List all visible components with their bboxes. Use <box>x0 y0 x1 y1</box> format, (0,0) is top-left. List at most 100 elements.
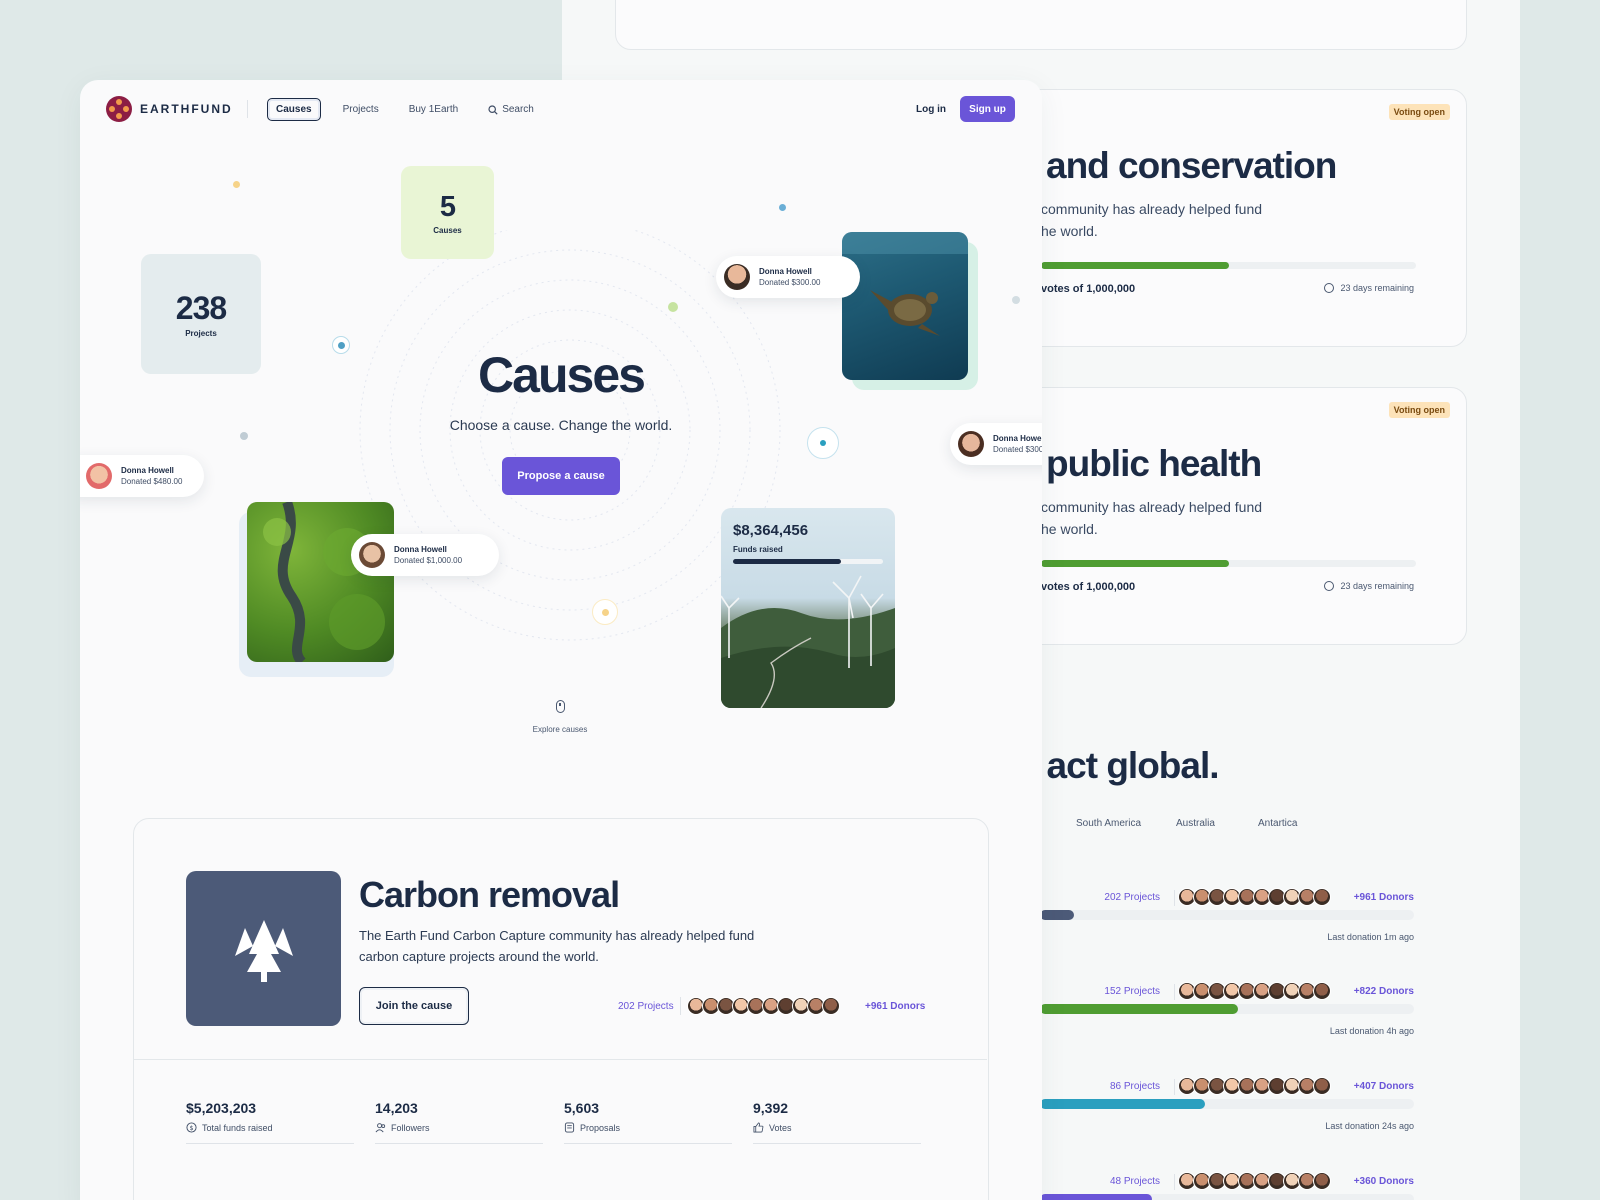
brand-logo[interactable]: EARTHFUND <box>106 96 233 122</box>
voting-badge: Voting open <box>1388 104 1450 120</box>
users-icon <box>375 1123 386 1133</box>
donor-avatar <box>1313 1172 1331 1190</box>
nav-link-buy-1earth[interactable]: Buy 1Earth <box>401 99 466 120</box>
donor-avatar <box>359 542 385 568</box>
navbar: EARTHFUND Causes Projects Buy 1Earth Sea… <box>80 80 1042 138</box>
donor-avatar <box>958 431 984 457</box>
mangrove-river-image <box>247 502 394 662</box>
region-row[interactable]: 152 Projects +822 Donors Last donation 4… <box>1040 982 1414 1056</box>
tab-south-america[interactable]: South America <box>1076 818 1176 829</box>
stat-total-funds: $5,203,203 $ Total funds raised <box>186 1100 354 1144</box>
vote-card-title: and conservation <box>1046 145 1337 186</box>
donor-pill[interactable]: Donna HowellDonated $300.00 <box>716 256 860 298</box>
vote-card-title: public health <box>1046 443 1262 484</box>
region-progress-bar <box>1040 910 1414 920</box>
nav-links: Causes Projects Buy 1Earth Search <box>267 98 556 121</box>
nav-divider <box>247 100 248 118</box>
donors-count[interactable]: +360 Donors <box>1354 1176 1414 1187</box>
divider <box>1174 984 1175 1000</box>
decor-dot <box>668 302 678 312</box>
last-donation: Last donation 1m ago <box>1327 932 1414 942</box>
svg-text:$: $ <box>189 1124 193 1132</box>
region-progress-fill <box>1040 1194 1153 1200</box>
projects-count[interactable]: 202 Projects <box>1104 892 1160 903</box>
donor-avatars <box>1178 1077 1331 1095</box>
donor-avatars <box>1178 888 1331 906</box>
vote-card-description: community has already helped fund he wor… <box>1041 201 1263 239</box>
time-remaining: 23 days remaining <box>1324 283 1414 293</box>
vote-progress-bar <box>1041 560 1416 567</box>
dollar-icon: $ <box>186 1122 197 1133</box>
divider <box>680 997 681 1015</box>
donors-count[interactable]: +961 Donors <box>865 1001 925 1012</box>
donor-avatar <box>1313 982 1331 1000</box>
tab-antartica[interactable]: Antartica <box>1258 818 1297 829</box>
funds-label: Funds raised <box>733 545 783 554</box>
nav-link-projects[interactable]: Projects <box>335 99 387 120</box>
main-card: EARTHFUND Causes Projects Buy 1Earth Sea… <box>80 80 1042 1200</box>
region-row[interactable]: 202 Projects +961 Donors Last donation 1… <box>1040 888 1414 962</box>
causes-stat-tile: 5 Causes <box>401 166 494 259</box>
projects-count[interactable]: 48 Projects <box>1110 1176 1160 1187</box>
region-tabs: South America Australia Antartica <box>1076 818 1297 829</box>
donor-avatar <box>1313 1077 1331 1095</box>
region-progress-fill <box>1040 910 1074 920</box>
region-row[interactable]: 48 Projects +360 Donors <box>1040 1172 1414 1200</box>
signup-button[interactable]: Sign up <box>960 96 1015 122</box>
donor-avatars <box>1178 982 1331 1000</box>
stat-followers: 14,203 Followers <box>375 1100 543 1144</box>
donor-pill[interactable]: Donna HowellDonated $300.00 <box>950 423 1042 465</box>
divider <box>1174 1174 1175 1190</box>
funds-progress-bar <box>733 559 883 564</box>
propose-cause-button[interactable]: Propose a cause <box>502 457 620 495</box>
donor-pill[interactable]: Donna Howell Donated $1,000.00 <box>351 534 499 576</box>
cause-title: Carbon removal <box>359 874 620 915</box>
donors-count[interactable]: +961 Donors <box>1354 892 1414 903</box>
region-row[interactable]: 86 Projects +407 Donors Last donation 24… <box>1040 1077 1414 1151</box>
decor-dot <box>233 181 240 188</box>
last-donation: Last donation 4h ago <box>1329 1026 1414 1036</box>
region-progress-bar <box>1040 1004 1414 1014</box>
brand-name: EARTHFUND <box>140 102 233 116</box>
funds-amount: $8,364,456 <box>733 522 809 539</box>
donors-count[interactable]: +407 Donors <box>1354 1081 1414 1092</box>
section-title: . act global. <box>1028 745 1220 786</box>
join-cause-button[interactable]: Join the cause <box>359 987 469 1025</box>
projects-count[interactable]: 202 Projects <box>618 1001 674 1012</box>
cause-description: The Earth Fund Carbon Capture community … <box>359 928 755 964</box>
cause-card: Carbon removal The Earth Fund Carbon Cap… <box>133 818 989 1200</box>
stat-votes: 9,392 Votes <box>753 1100 921 1144</box>
decor-dot <box>779 204 786 211</box>
donors-count[interactable]: +822 Donors <box>1354 986 1414 997</box>
decor-dot <box>240 432 248 440</box>
donor-avatars <box>1178 1172 1331 1190</box>
funds-progress-fill <box>733 559 841 564</box>
tab-australia[interactable]: Australia <box>1176 818 1258 829</box>
sea-turtle-image <box>842 232 968 380</box>
donor-pill[interactable]: Donna Howell Donated $480.00 <box>80 455 204 497</box>
divider <box>1174 1079 1175 1095</box>
vote-card-description: community has already helped fund he wor… <box>1041 499 1263 537</box>
clock-icon <box>1324 581 1335 591</box>
vote-progress-fill <box>1041 560 1229 567</box>
region-progress-bar <box>1040 1099 1414 1109</box>
time-remaining: 23 days remaining <box>1324 581 1414 591</box>
donor-avatar <box>822 997 840 1015</box>
explore-causes-link[interactable]: Explore causes <box>510 700 610 737</box>
donor-avatars <box>687 997 840 1015</box>
cause-icon-tile <box>186 871 341 1026</box>
donor-avatar <box>724 264 750 290</box>
decor-dot <box>1012 296 1020 304</box>
projects-count[interactable]: 86 Projects <box>1110 1081 1160 1092</box>
decor-dot <box>592 599 618 625</box>
login-button[interactable]: Log in <box>916 104 946 115</box>
nav-search[interactable]: Search <box>480 99 542 120</box>
projects-count[interactable]: 152 Projects <box>1104 986 1160 997</box>
vote-progress-fill <box>1041 262 1229 269</box>
funds-raised-card[interactable]: $8,364,456 Funds raised <box>721 508 895 708</box>
document-icon <box>564 1122 575 1133</box>
nav-link-causes[interactable]: Causes <box>267 98 321 121</box>
divider <box>1174 890 1175 906</box>
last-donation: Last donation 24s ago <box>1325 1121 1414 1131</box>
vote-count: votes of 1,000,000 <box>1041 581 1136 593</box>
